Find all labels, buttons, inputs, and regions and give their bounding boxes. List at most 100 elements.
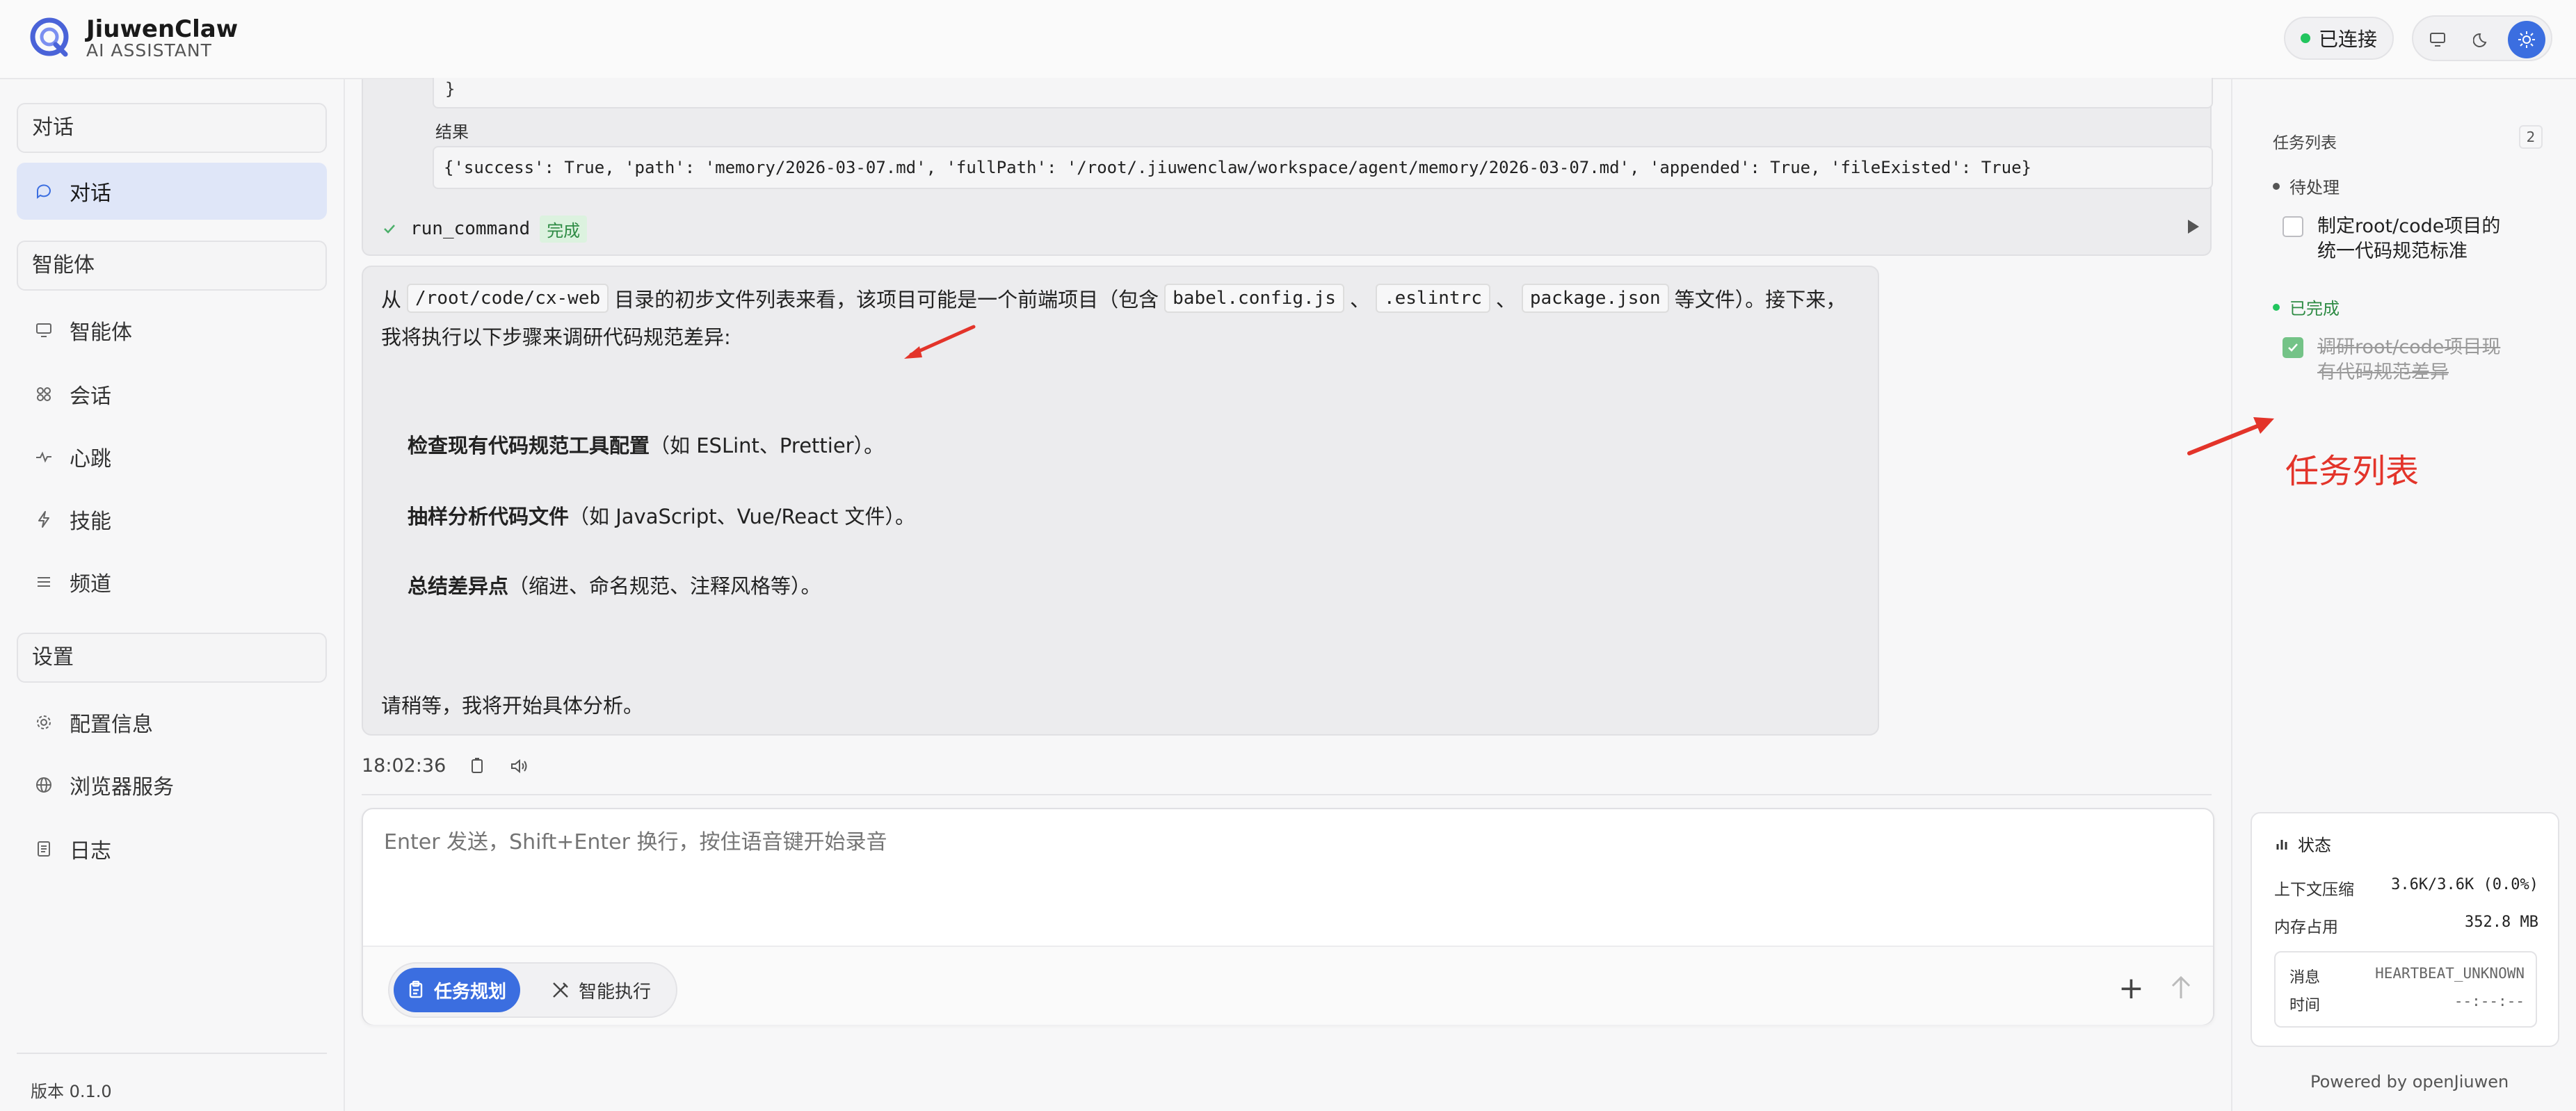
moon-icon	[2473, 33, 2487, 47]
sidebar-item-heartbeat[interactable]: 心跳	[17, 428, 327, 485]
task-panel: 任务列表 2 待处理 制定root/code项目的统一代码规范标准 已完成 调研…	[2231, 79, 2576, 1111]
message-step: 检查现有代码规范工具配置（如 ESLint、Prettier）。	[408, 430, 884, 459]
message-step: 抽样分析代码文件（如 JavaScript、Vue/React 文件）。	[408, 501, 915, 530]
version-label: 版本 0.1.0	[31, 1082, 112, 1101]
status-header: 状态	[2274, 832, 2331, 856]
sidebar-group-agents: 智能体	[17, 241, 327, 291]
sidebar-item-logs[interactable]: 日志	[17, 820, 327, 877]
message-line-2: 我将执行以下步骤来调研代码规范差异:	[381, 325, 731, 349]
message-text: 从	[381, 288, 402, 311]
sidebar-item-chat[interactable]: 对话	[17, 163, 327, 220]
theme-dark-button[interactable]	[2463, 21, 2501, 58]
annotation-arrow-icon	[904, 325, 976, 359]
theme-system-button[interactable]	[2419, 21, 2456, 58]
message-closing: 请稍等，我将开始具体分析。	[381, 694, 644, 717]
message-composer: 任务规划 智能执行 +	[362, 808, 2214, 1025]
task-text: 制定root/code项目的统一代码规范标准	[2317, 216, 2501, 262]
monitor-icon	[2430, 33, 2445, 47]
step-title: 抽样分析代码文件	[408, 505, 570, 528]
assistant-message: 从 /root/code/cx-web 目录的初步文件列表来看，该项目可能是一个…	[362, 266, 1879, 736]
message-text: 等文件）。接下来，	[1674, 288, 1846, 311]
annotation-arrow-icon	[2187, 417, 2274, 455]
heartbeat-msg-row: 消息 HEARTBEAT_UNKNOWN	[2289, 965, 2525, 987]
status-badge: 完成	[540, 215, 588, 243]
message-text: 目录的初步文件列表来看，该项目可能是一个前端项目（包含	[614, 288, 1159, 311]
powered-by: Powered by openJiuwen	[2310, 1072, 2509, 1092]
tool-args-brace: }	[445, 79, 456, 99]
task-checkbox-checked[interactable]	[2283, 337, 2303, 358]
message-text: 、	[1349, 288, 1370, 311]
sidebar-item-config[interactable]: 配置信息	[17, 694, 327, 751]
brand-name: JiuwenClaw	[86, 15, 239, 43]
status-label: 上下文压缩	[2274, 881, 2354, 899]
gear-icon	[33, 712, 54, 733]
task-item-pending[interactable]: 制定root/code项目的统一代码规范标准	[2283, 214, 2519, 264]
step-title: 检查现有代码规范工具配置	[408, 434, 650, 457]
tool-args-box: }	[433, 78, 2213, 108]
mode-switcher: 任务规划 智能执行	[388, 962, 677, 1018]
network-icon	[33, 384, 54, 405]
task-item-done[interactable]: 调研root/code项目现有代码规范差异	[2283, 335, 2519, 385]
message-step: 总结差异点（缩进、命名规范、注释风格等）。	[408, 570, 821, 599]
theme-switcher	[2412, 15, 2552, 61]
tools-icon	[553, 982, 568, 998]
app-logo-icon	[30, 17, 69, 57]
smart-execute-button[interactable]: 智能执行	[537, 968, 665, 1012]
tool-command-name: run_command	[410, 218, 531, 239]
status-memory-row: 内存占用 352.8 MB	[2274, 914, 2538, 937]
sidebar-group-settings: 设置	[17, 633, 327, 683]
sidebar-item-channels[interactable]: 频道	[17, 553, 327, 610]
status-label: 内存占用	[2274, 918, 2338, 936]
sidebar-group-chat: 对话	[17, 103, 327, 153]
status-value: 352.8 MB	[2465, 914, 2538, 931]
theme-light-button[interactable]	[2508, 21, 2545, 58]
tool-result-value: {'success': True, 'path': 'memory/2026-0…	[433, 146, 2213, 189]
sidebar: 对话 对话 智能体 智能体 会话 心跳 技能 频道 设置 配置信息 浏览器服务 …	[0, 79, 345, 1111]
tool-command-row[interactable]: run_command 完成	[363, 204, 2213, 253]
message-input[interactable]	[384, 830, 2164, 854]
speaker-icon[interactable]	[508, 756, 529, 777]
status-title: 状态	[2298, 836, 2331, 855]
attach-plus-icon[interactable]: +	[2118, 971, 2144, 1006]
pending-section-label: 待处理	[2273, 174, 2340, 198]
sidebar-item-browser[interactable]: 浏览器服务	[17, 756, 327, 813]
composer-toolbar: 任务规划 智能执行 +	[363, 946, 2213, 1025]
sidebar-item-skills[interactable]: 技能	[17, 491, 327, 548]
monitor-icon	[33, 320, 54, 341]
annotation-label: 任务列表	[2285, 452, 2420, 491]
sidebar-item-label: 浏览器服务	[70, 775, 174, 800]
check-icon	[2288, 343, 2298, 352]
task-checkbox[interactable]	[2283, 216, 2303, 237]
message-line-1: 从 /root/code/cx-web 目录的初步文件列表来看，该项目可能是一个…	[381, 284, 1846, 313]
heartbeat-time-row: 时间 --:--:--	[2289, 993, 2525, 1015]
status-card: 状态 上下文压缩 3.6K/3.6K (0.0%) 内存占用 352.8 MB …	[2251, 812, 2559, 1047]
step-title: 总结差异点	[408, 574, 509, 598]
brand-subtitle: AI ASSISTANT	[86, 40, 212, 60]
heartbeat-box: 消息 HEARTBEAT_UNKNOWN 时间 --:--:--	[2274, 951, 2537, 1028]
status-value: HEARTBEAT_UNKNOWN	[2375, 965, 2525, 982]
done-section-label: 已完成	[2273, 295, 2340, 319]
status-label: 消息	[2289, 969, 2321, 987]
task-planning-button[interactable]: 任务规划	[394, 968, 521, 1012]
done-dot-icon	[2273, 303, 2280, 311]
code-chip: /root/code/cx-web	[407, 284, 609, 313]
sidebar-item-agents[interactable]: 智能体	[17, 302, 327, 359]
status-value: --:--:--	[2454, 993, 2525, 1009]
send-arrow-icon[interactable]	[2168, 973, 2193, 1001]
task-text: 调研root/code项目现有代码规范差异	[2317, 336, 2501, 383]
task-list-title: 任务列表	[2273, 134, 2337, 152]
bar-chart-icon	[2276, 839, 2287, 850]
mode-label: 任务规划	[434, 981, 507, 1003]
connection-status-label: 已连接	[2318, 28, 2377, 51]
composer-divider	[362, 794, 2212, 795]
message-timestamp: 18:02:36	[362, 755, 446, 777]
code-chip: .eslintrc	[1375, 284, 1490, 313]
tool-call-card: } 结果 {'success': True, 'path': 'memory/2…	[362, 78, 2213, 256]
sidebar-item-label: 频道	[70, 572, 111, 597]
list-icon	[33, 571, 54, 592]
status-value: 3.6K/3.6K (0.0%)	[2391, 876, 2538, 893]
expand-play-icon[interactable]	[2188, 220, 2199, 234]
pending-dot-icon	[2273, 182, 2280, 190]
sidebar-item-sessions[interactable]: 会话	[17, 366, 327, 423]
copy-icon[interactable]	[467, 756, 488, 777]
